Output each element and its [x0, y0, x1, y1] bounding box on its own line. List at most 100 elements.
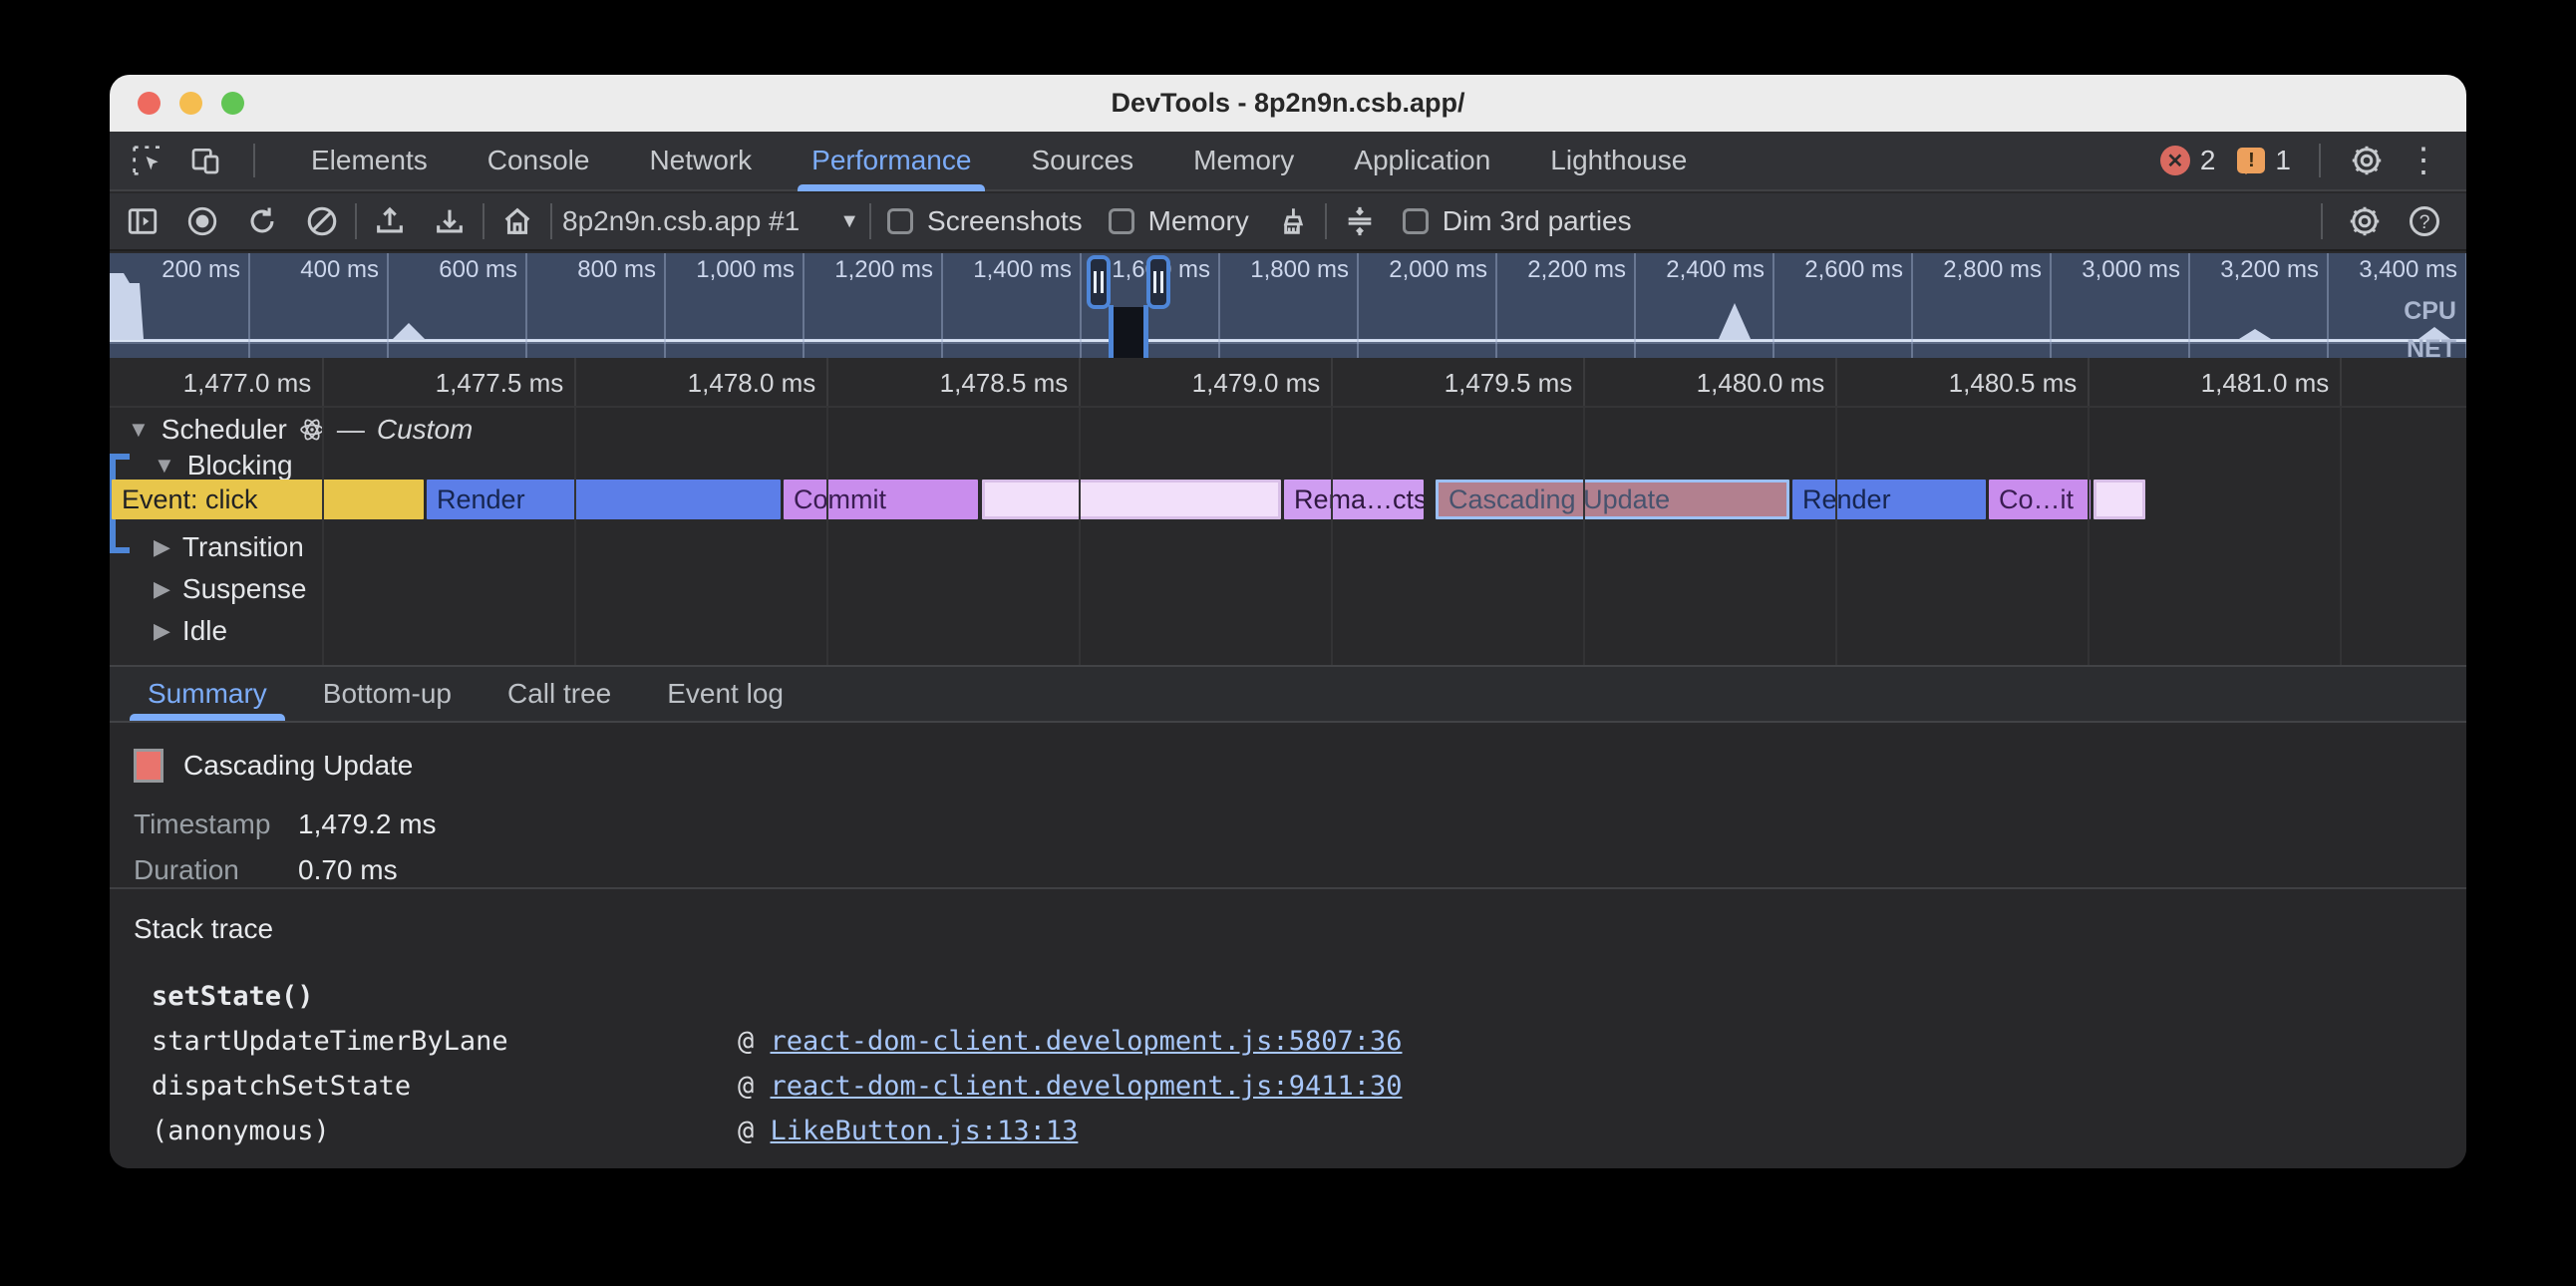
- stack-frame: startUpdateTimerByLane@ react-dom-client…: [110, 1020, 2466, 1065]
- ruler-tick-label: 1,481.0 ms: [2201, 368, 2330, 399]
- performance-toolbar: 8p2n9n.csb.app #1 ▼ Screenshots Memory: [110, 193, 2466, 251]
- flame-gridline: [1331, 408, 1333, 665]
- timeline-overview-minimap[interactable]: 200 ms400 ms600 ms800 ms1,000 ms1,200 ms…: [110, 253, 2466, 358]
- stack-frame-function: (anonymous): [152, 1116, 330, 1146]
- tab-sources[interactable]: Sources: [1001, 132, 1163, 189]
- save-profile-icon[interactable]: [433, 204, 467, 238]
- flame-bar-render[interactable]: Render: [1792, 480, 1986, 519]
- overview-tick-label: 2,200 ms: [1527, 256, 1634, 284]
- twisty-closed-icon: ▶: [154, 576, 170, 602]
- screenshots-label: Screenshots: [927, 205, 1083, 237]
- overview-tick-label: 2,400 ms: [1666, 256, 1772, 284]
- more-options-kebab-icon[interactable]: ⋮: [2407, 144, 2440, 177]
- blocking-track-label: Blocking: [187, 450, 293, 482]
- tab-lighthouse[interactable]: Lighthouse: [1520, 132, 1717, 189]
- twisty-open-icon: ▼: [154, 453, 175, 479]
- duration-value: 0.70 ms: [298, 854, 398, 886]
- collapse-sections-icon[interactable]: [1343, 204, 1377, 238]
- ruler-tick-label: 1,479.5 ms: [1445, 368, 1573, 399]
- duration-key: Duration: [134, 854, 298, 886]
- home-icon[interactable]: [500, 204, 534, 238]
- overview-tick-label: 1,200 ms: [834, 256, 941, 284]
- details-tab-summary[interactable]: Summary: [120, 667, 295, 721]
- record-icon[interactable]: [185, 204, 219, 238]
- tab-performance[interactable]: Performance: [782, 132, 1001, 189]
- inspect-element-icon[interactable]: [132, 145, 163, 176]
- track-scheduler[interactable]: ▼ Scheduler — Custom: [128, 414, 473, 446]
- overview-tick-label: 3,400 ms: [2359, 256, 2465, 284]
- flame-bar-cascading-update[interactable]: Cascading Update: [1436, 480, 1789, 519]
- settings-gear-icon[interactable]: [2349, 143, 2385, 178]
- tab-console[interactable]: Console: [458, 132, 620, 189]
- zoom-window-button[interactable]: [221, 92, 244, 115]
- flame-bar-commit[interactable]: Commit: [784, 480, 978, 519]
- selection-left-line: [1109, 305, 1114, 358]
- target-selector-dropdown[interactable]: 8p2n9n.csb.app #1 ▼: [552, 205, 869, 237]
- capture-settings-gear-icon[interactable]: [2347, 203, 2383, 239]
- device-toolbar-icon[interactable]: [189, 145, 221, 176]
- dim-3rd-parties-label: Dim 3rd parties: [1443, 205, 1632, 237]
- load-profile-icon[interactable]: [373, 204, 407, 238]
- ruler-gridline: [322, 358, 324, 406]
- screenshots-checkbox[interactable]: Screenshots: [887, 205, 1083, 237]
- tab-network[interactable]: Network: [619, 132, 782, 189]
- twisty-closed-icon: ▶: [154, 618, 170, 644]
- overview-tick-label: 2,600 ms: [1804, 256, 1911, 284]
- flame-bar-rema-cts[interactable]: Rema…cts: [1284, 480, 1424, 519]
- tab-elements[interactable]: Elements: [281, 132, 458, 189]
- error-count: 2: [2200, 145, 2216, 176]
- selection-window[interactable]: [1113, 307, 1144, 358]
- flame-gridline: [574, 408, 576, 665]
- overview-tick-label: 600 ms: [439, 256, 525, 284]
- tab-application[interactable]: Application: [1324, 132, 1520, 189]
- track-suspense[interactable]: ▶ Suspense: [154, 573, 306, 605]
- tab-memory[interactable]: Memory: [1163, 132, 1324, 189]
- overview-tick-label: 1,800 ms: [1250, 256, 1357, 284]
- clear-icon[interactable]: [305, 204, 339, 238]
- flame-bar[interactable]: [982, 480, 1281, 519]
- flame-bar-co-it[interactable]: Co…it: [1989, 480, 2091, 519]
- track-idle[interactable]: ▶ Idle: [154, 615, 227, 647]
- details-tab-call-tree[interactable]: Call tree: [480, 667, 639, 721]
- target-selector-value: 8p2n9n.csb.app #1: [562, 205, 800, 237]
- selection-handle-right[interactable]: [1146, 255, 1170, 309]
- stack-trace-section: Stack trace setState()startUpdateTimerBy…: [110, 887, 2466, 1168]
- track-blocking[interactable]: ▼ Blocking: [154, 450, 293, 482]
- react-atom-icon: [299, 417, 325, 443]
- toggle-sidebar-icon[interactable]: [126, 204, 160, 238]
- flame-gridline: [2340, 408, 2342, 665]
- console-warnings-badge[interactable]: ! 1: [2237, 145, 2291, 176]
- stack-frame-function: startUpdateTimerByLane: [152, 1026, 508, 1057]
- track-transition[interactable]: ▶ Transition: [154, 531, 304, 563]
- source-location-link[interactable]: react-dom-client.development.js:9411:30: [771, 1071, 1403, 1102]
- time-ruler[interactable]: 1,477.0 ms1,477.5 ms1,478.0 ms1,478.5 ms…: [110, 358, 2466, 408]
- help-icon[interactable]: ?: [2407, 203, 2442, 239]
- flame-bar-render[interactable]: Render: [427, 480, 781, 519]
- close-window-button[interactable]: [138, 92, 161, 115]
- details-tab-bottom-up[interactable]: Bottom-up: [295, 667, 480, 721]
- selection-handle-left[interactable]: [1087, 255, 1111, 309]
- dim-3rd-parties-checkbox[interactable]: Dim 3rd parties: [1403, 205, 1632, 237]
- console-errors-badge[interactable]: ✕ 2: [2160, 145, 2216, 176]
- flame-bar[interactable]: [2093, 480, 2145, 519]
- reload-and-record-icon[interactable]: [245, 204, 279, 238]
- flame-bar-event-click[interactable]: Event: click: [112, 480, 424, 519]
- summary-panel: Cascading Update Timestamp 1,479.2 ms Du…: [110, 725, 2466, 887]
- event-color-swatch: [134, 749, 163, 783]
- twisty-closed-icon: ▶: [154, 534, 170, 560]
- flame-chart[interactable]: ▼ Scheduler — Custom ▼ Blocking Event: c…: [110, 408, 2466, 665]
- garbage-collect-broom-icon[interactable]: [1275, 204, 1309, 238]
- memory-checkbox[interactable]: Memory: [1109, 205, 1249, 237]
- selection-right-line: [1143, 305, 1148, 358]
- title-bar: DevTools - 8p2n9n.csb.app/: [110, 75, 2466, 132]
- overview-tick-label: 800 ms: [577, 256, 664, 284]
- timestamp-value: 1,479.2 ms: [298, 808, 437, 840]
- details-tab-event-log[interactable]: Event log: [639, 667, 811, 721]
- flame-gridline: [1583, 408, 1585, 665]
- stack-frame: (anonymous)@ LikeButton.js:13:13: [110, 1110, 2466, 1154]
- minimize-window-button[interactable]: [179, 92, 202, 115]
- source-location-link[interactable]: react-dom-client.development.js:5807:36: [771, 1026, 1403, 1057]
- source-location-link[interactable]: LikeButton.js:13:13: [771, 1116, 1079, 1146]
- ruler-gridline: [2088, 358, 2090, 406]
- stack-frame: setState(): [110, 975, 2466, 1020]
